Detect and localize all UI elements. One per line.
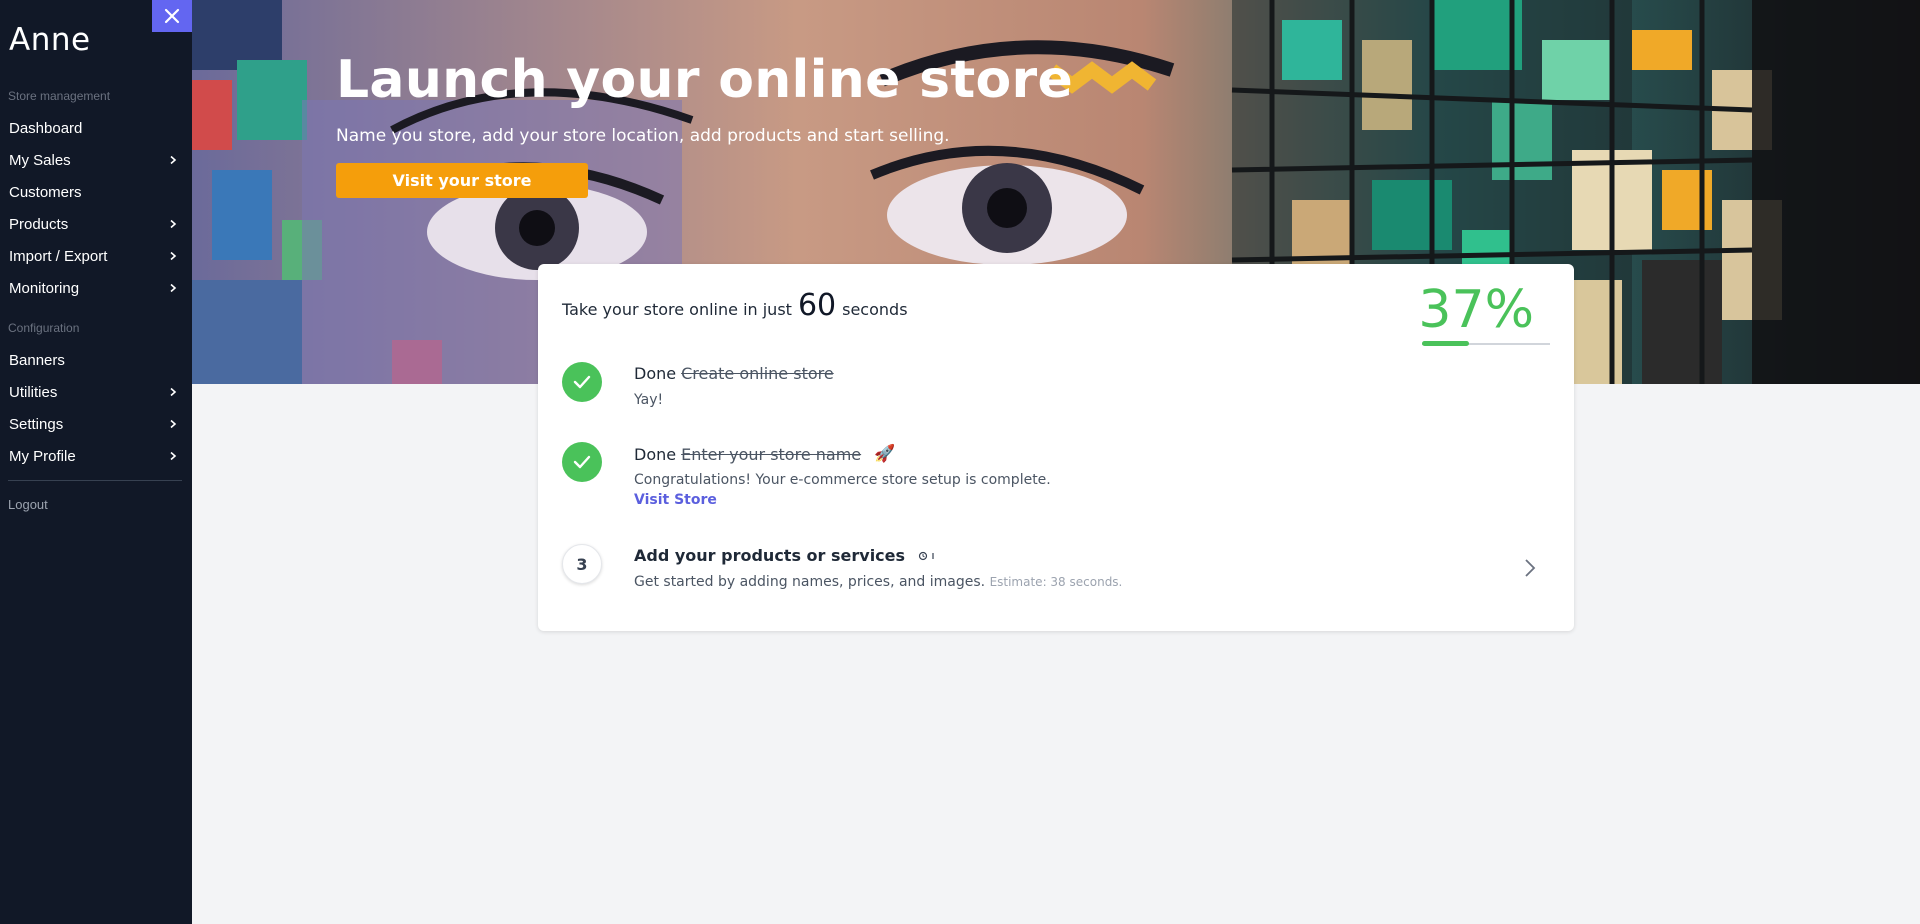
sidebar-item-label: Products [9,215,69,233]
progress-bar-fill [1422,341,1470,346]
step-description-text: Get started by adding names, prices, and… [634,574,986,590]
sidebar-item-utilities[interactable]: Utilities [0,376,192,408]
sidebar-divider [8,480,182,481]
sidebar-item-label: Utilities [9,383,58,401]
chevron-right-icon [170,451,177,461]
step-description: Get started by adding names, prices, and… [634,574,1122,590]
step-done-badge [562,362,602,402]
sidebar-item-my-profile[interactable]: My Profile [0,440,192,472]
logout-link[interactable]: Logout [8,497,48,512]
step-description: Yay! [634,392,664,408]
sidebar-item-label: Dashboard [9,119,83,137]
step-title: Add your products or services [634,546,938,565]
card-heading-pre: Take your store online in just [562,300,792,319]
sidebar-item-products[interactable]: Products [0,208,192,240]
chevron-right-icon [170,387,177,397]
step-estimate: Estimate: 38 seconds. [989,575,1123,589]
chevron-right-icon [170,419,177,429]
card-heading-post: seconds [842,300,908,319]
close-icon [164,8,180,24]
sidebar-item-monitoring[interactable]: Monitoring [0,272,192,304]
brand-name: Anne [9,22,91,58]
step-title: Done Create online store [634,364,834,383]
sidebar-item-settings[interactable]: Settings [0,408,192,440]
sidebar-item-dashboard[interactable]: Dashboard [0,112,192,144]
step-title-text: Enter your store name [681,444,862,464]
hero-title: Launch your online store [336,50,1074,110]
sidebar-item-import-export[interactable]: Import / Export [0,240,192,272]
step-done-badge [562,442,602,482]
step-title-text: Add your products or services [634,546,906,565]
check-icon [573,455,591,469]
visit-store-link[interactable]: Visit Store [634,492,717,508]
chevron-right-icon[interactable] [1524,558,1536,578]
check-icon [573,375,591,389]
sidebar-item-label: My Profile [9,447,76,465]
sidebar-item-my-sales[interactable]: My Sales [0,144,192,176]
chevron-right-icon [170,283,177,293]
progress-bar [1422,341,1550,346]
step-title: Done Enter your store name 🚀 [634,444,895,464]
chevron-right-icon [170,251,177,261]
section-label-configuration: Configuration [8,321,80,335]
close-sidebar-button[interactable] [152,0,192,32]
progress-percent: 37% [1418,280,1534,340]
onboarding-card: Take your store online in just 60 second… [538,264,1574,631]
visit-your-store-button[interactable]: Visit your store [336,163,588,198]
step-description: Congratulations! Your e-commerce store s… [634,472,1051,488]
step-number-badge: 3 [562,544,602,584]
chevron-right-icon [170,155,177,165]
sidebar-item-label: Settings [9,415,64,433]
sidebar-item-label: Import / Export [9,247,108,265]
sidebar-item-customers[interactable]: Customers [0,176,192,208]
section-label-store-management: Store management [8,89,111,103]
step-status: Done [634,444,677,464]
step-status: Done [634,364,677,383]
sidebar: Anne Store management Dashboard My Sales… [0,0,192,924]
rocket-icon: 🚀 [874,444,896,464]
sidebar-item-label: Monitoring [9,279,80,297]
hero-subtitle: Name you store, add your store location,… [336,126,950,146]
sidebar-item-label: My Sales [9,151,71,169]
sidebar-item-banners[interactable]: Banners [0,344,192,376]
time-icon [918,551,934,560]
chevron-right-icon [170,219,177,229]
step-title-text: Create online store [681,364,834,383]
sidebar-item-label: Banners [9,351,65,369]
sidebar-item-label: Customers [9,183,82,201]
card-heading: Take your store online in just 60 second… [562,288,908,323]
card-heading-seconds: 60 [797,288,837,323]
